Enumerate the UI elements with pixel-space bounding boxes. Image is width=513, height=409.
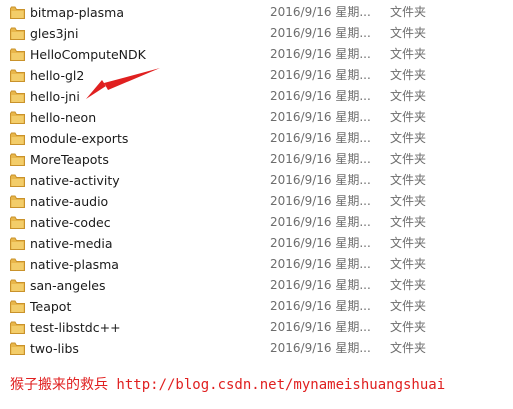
folder-row[interactable]: MoreTeapots 2016/9/16 星期... 文件夹 (0, 149, 513, 170)
item-type: 文件夹 (390, 278, 427, 292)
item-type: 文件夹 (390, 89, 427, 103)
modified-date: 2016/9/16 星期... (270, 26, 371, 40)
item-type: 文件夹 (390, 131, 427, 145)
folder-icon (10, 216, 25, 229)
annotation-arrow-shape (86, 68, 160, 99)
modified-date: 2016/9/16 星期... (270, 5, 371, 19)
folder-icon (10, 69, 25, 82)
modified-date: 2016/9/16 星期... (270, 215, 371, 229)
folder-name: module-exports (30, 131, 129, 146)
folder-name: MoreTeapots (30, 152, 109, 167)
folder-name: bitmap-plasma (30, 5, 125, 20)
item-type: 文件夹 (390, 299, 427, 313)
folder-icon (10, 153, 25, 166)
modified-date: 2016/9/16 星期... (270, 173, 371, 187)
folder-name: HelloComputeNDK (30, 47, 146, 62)
folder-row[interactable]: gles3jni 2016/9/16 星期... 文件夹 (0, 23, 513, 44)
folder-name: native-plasma (30, 257, 119, 272)
folder-icon (10, 342, 25, 355)
modified-date: 2016/9/16 星期... (270, 236, 371, 250)
item-type: 文件夹 (390, 320, 427, 334)
folder-name: two-libs (30, 341, 79, 356)
folder-row[interactable]: hello-neon 2016/9/16 星期... 文件夹 (0, 107, 513, 128)
modified-date: 2016/9/16 星期... (270, 320, 371, 334)
modified-date: 2016/9/16 星期... (270, 110, 371, 124)
modified-date: 2016/9/16 星期... (270, 131, 371, 145)
folder-row[interactable]: native-codec 2016/9/16 星期... 文件夹 (0, 212, 513, 233)
item-type: 文件夹 (390, 68, 427, 82)
folder-icon (10, 300, 25, 313)
item-type: 文件夹 (390, 215, 427, 229)
folder-icon (10, 48, 25, 61)
modified-date: 2016/9/16 星期... (270, 89, 371, 103)
modified-date: 2016/9/16 星期... (270, 278, 371, 292)
item-type: 文件夹 (390, 173, 427, 187)
item-type: 文件夹 (390, 110, 427, 124)
folder-name: native-media (30, 236, 113, 251)
folder-icon (10, 195, 25, 208)
folder-row[interactable]: module-exports 2016/9/16 星期... 文件夹 (0, 128, 513, 149)
item-type: 文件夹 (390, 236, 427, 250)
modified-date: 2016/9/16 星期... (270, 152, 371, 166)
item-type: 文件夹 (390, 257, 427, 271)
folder-name: native-activity (30, 173, 120, 188)
folder-row[interactable]: test-libstdc++ 2016/9/16 星期... 文件夹 (0, 317, 513, 338)
folder-row[interactable]: native-audio 2016/9/16 星期... 文件夹 (0, 191, 513, 212)
modified-date: 2016/9/16 星期... (270, 257, 371, 271)
folder-name: gles3jni (30, 26, 79, 41)
item-type: 文件夹 (390, 47, 427, 61)
folder-icon (10, 6, 25, 19)
item-type: 文件夹 (390, 152, 427, 166)
folder-row[interactable]: Teapot 2016/9/16 星期... 文件夹 (0, 296, 513, 317)
watermark-caption: 猴子搬来的救兵 http://blog.csdn.net/mynameishua… (10, 377, 446, 393)
folder-icon (10, 90, 25, 103)
folder-name: native-codec (30, 215, 111, 230)
modified-date: 2016/9/16 星期... (270, 68, 371, 82)
folder-name: test-libstdc++ (30, 320, 121, 335)
folder-name: san-angeles (30, 278, 106, 293)
folder-row[interactable]: HelloComputeNDK 2016/9/16 星期... 文件夹 (0, 44, 513, 65)
folder-icon (10, 279, 25, 292)
modified-date: 2016/9/16 星期... (270, 299, 371, 313)
folder-name: hello-neon (30, 110, 97, 125)
folder-name: hello-gl2 (30, 68, 85, 83)
modified-date: 2016/9/16 星期... (270, 194, 371, 208)
folder-icon (10, 237, 25, 250)
folder-row[interactable]: two-libs 2016/9/16 星期... 文件夹 (0, 338, 513, 359)
folder-icon (10, 27, 25, 40)
folder-name: native-audio (30, 194, 109, 209)
folder-icon (10, 111, 25, 124)
folder-icon (10, 132, 25, 145)
item-type: 文件夹 (390, 194, 427, 208)
folder-icon (10, 174, 25, 187)
folder-name: hello-jni (30, 89, 80, 104)
folder-row[interactable]: san-angeles 2016/9/16 星期... 文件夹 (0, 275, 513, 296)
modified-date: 2016/9/16 星期... (270, 47, 371, 61)
folder-icon (10, 321, 25, 334)
folder-row[interactable]: native-media 2016/9/16 星期... 文件夹 (0, 233, 513, 254)
item-type: 文件夹 (390, 26, 427, 40)
item-type: 文件夹 (390, 5, 427, 19)
annotation-arrow (86, 68, 160, 99)
item-type: 文件夹 (390, 341, 427, 355)
folder-row[interactable]: native-plasma 2016/9/16 星期... 文件夹 (0, 254, 513, 275)
folder-row[interactable]: native-activity 2016/9/16 星期... 文件夹 (0, 170, 513, 191)
modified-date: 2016/9/16 星期... (270, 341, 371, 355)
folder-row[interactable]: bitmap-plasma 2016/9/16 星期... 文件夹 (0, 2, 513, 23)
file-list: bitmap-plasma 2016/9/16 星期... 文件夹 gles3j… (0, 2, 513, 359)
folder-icon (10, 258, 25, 271)
folder-row[interactable]: hello-jni 2016/9/16 星期... 文件夹 (0, 86, 513, 107)
folder-row[interactable]: hello-gl2 2016/9/16 星期... 文件夹 (0, 65, 513, 86)
folder-name: Teapot (30, 299, 72, 314)
